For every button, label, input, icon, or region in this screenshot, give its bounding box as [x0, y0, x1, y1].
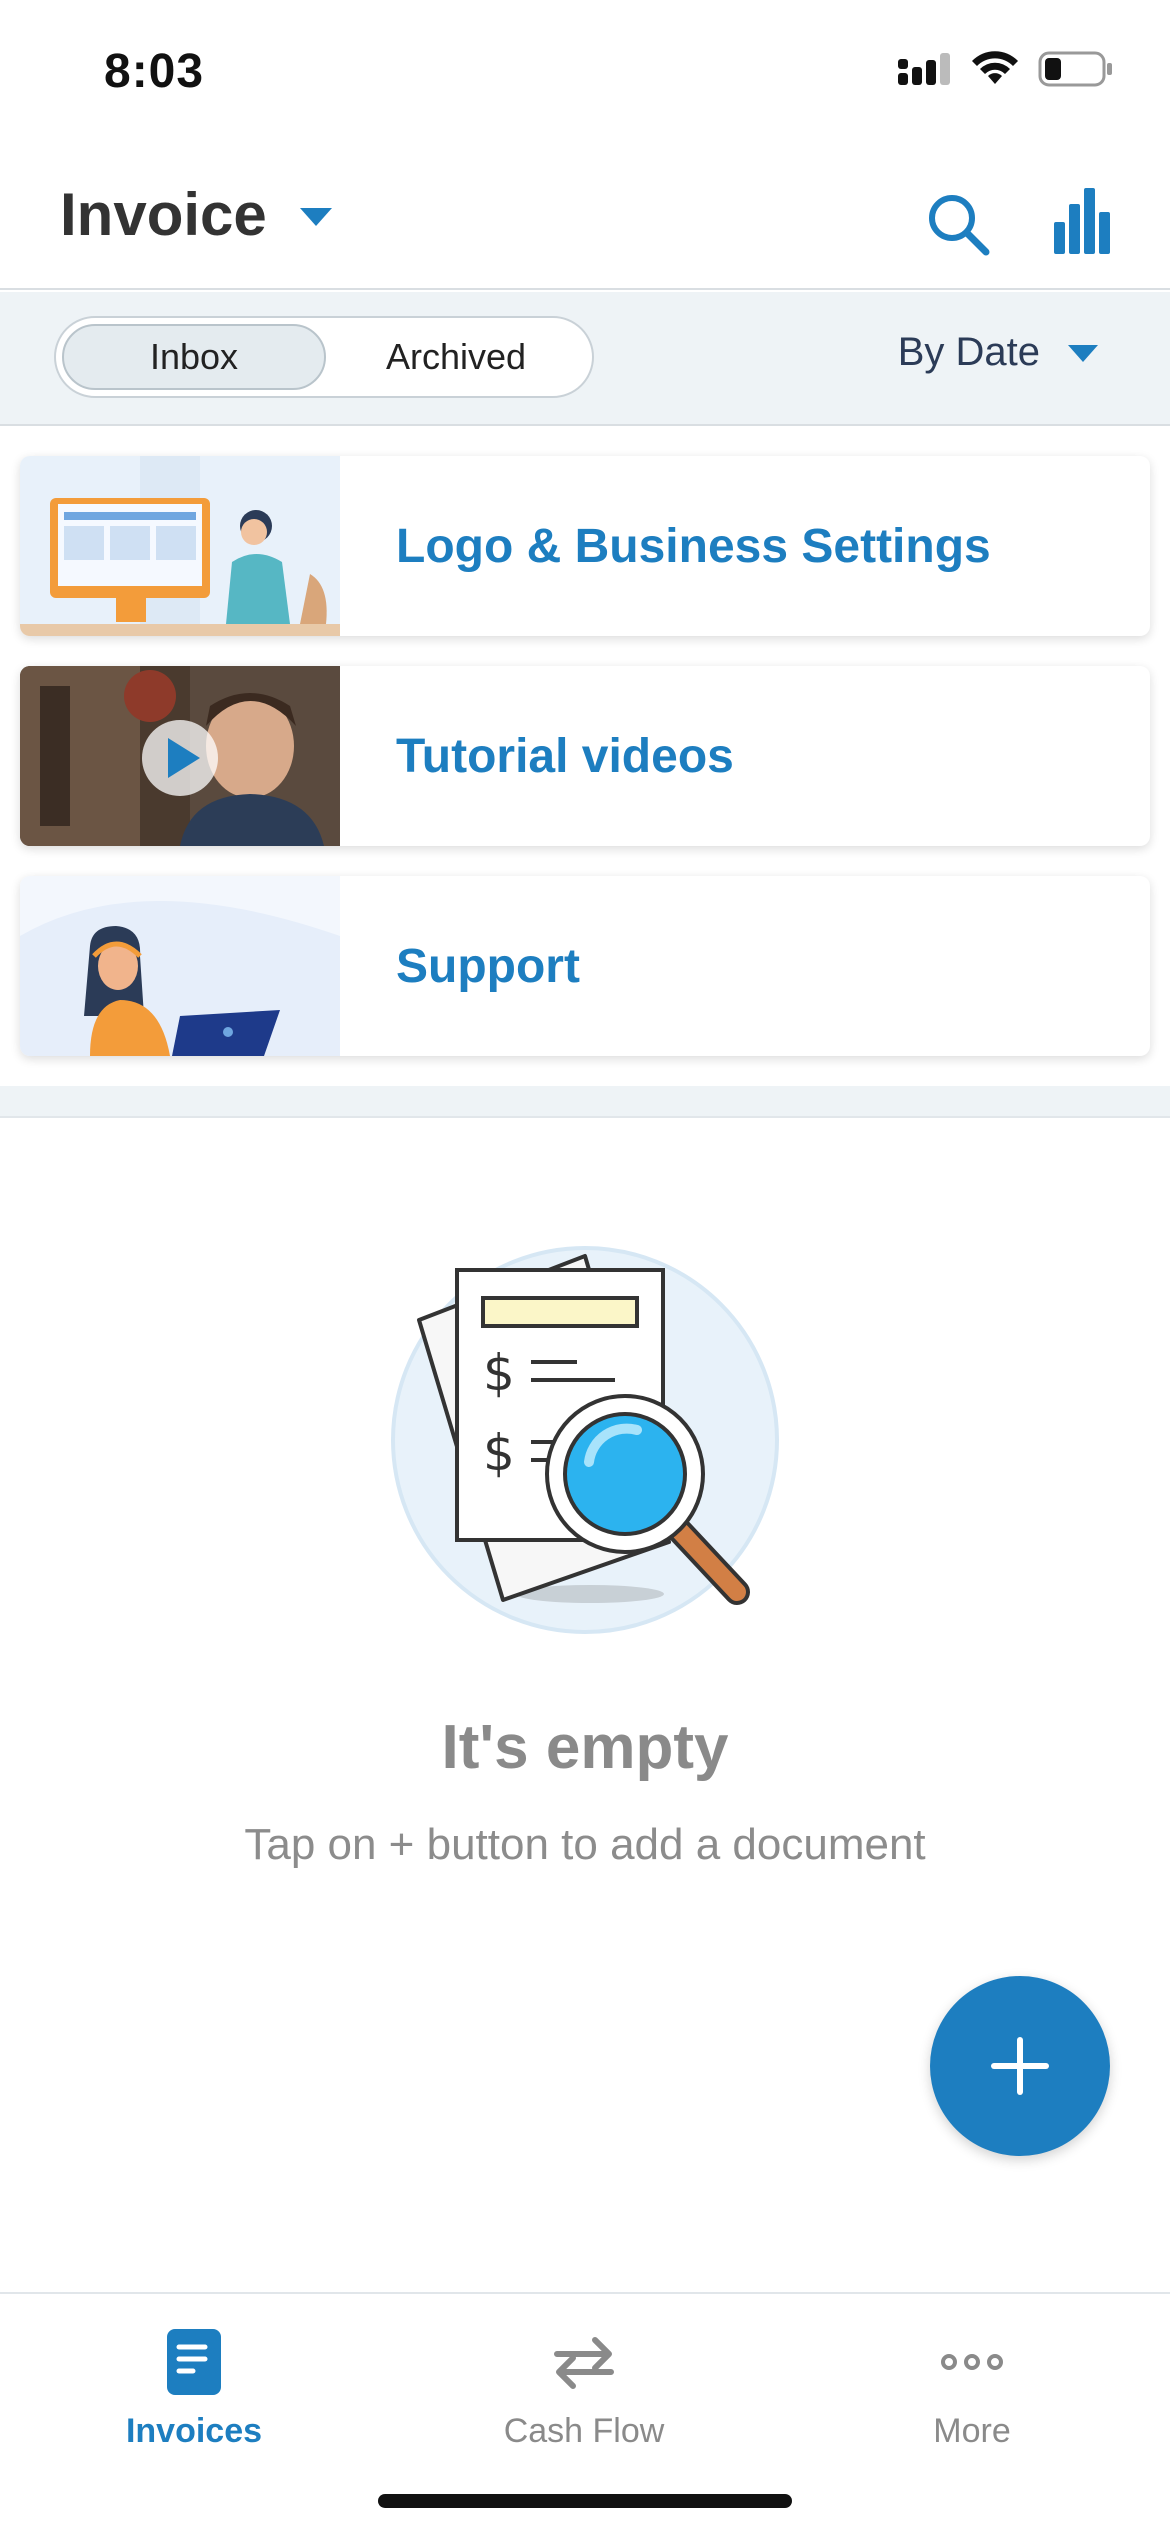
app-header: Invoice [0, 150, 1170, 290]
tab-invoices[interactable]: Invoices [44, 2324, 344, 2451]
sort-dropdown[interactable]: By Date [898, 330, 1100, 375]
sort-label: By Date [897, 330, 1040, 374]
search-icon[interactable] [924, 190, 994, 260]
segment-archived[interactable]: Archived [326, 324, 586, 390]
svg-text:$: $ [483, 1424, 515, 1482]
support-agent-illustration [20, 876, 340, 1056]
empty-state-title: It's empty [441, 1713, 729, 1782]
bar-chart-icon[interactable] [1050, 186, 1114, 256]
tab-label: Cash Flow [503, 2412, 665, 2450]
card-logo-business-settings[interactable]: Logo & Business Settings [20, 456, 1150, 636]
chevron-down-icon [1068, 344, 1098, 362]
wifi-icon [972, 51, 1018, 84]
status-icons [898, 50, 1114, 88]
card-label: Tutorial videos [396, 729, 734, 783]
tab-more[interactable]: More [822, 2324, 1122, 2451]
svg-text:$: $ [483, 1344, 515, 1402]
tab-label: More [933, 2412, 1011, 2450]
card-label: Logo & Business Settings [396, 519, 991, 573]
swap-arrows-icon [554, 2337, 614, 2389]
inbox-archived-segmented-control: Inbox Archived [54, 316, 594, 398]
add-document-button[interactable] [930, 1976, 1110, 2156]
status-bar: 8:03 [0, 0, 1170, 150]
more-dots-icon [941, 2354, 1003, 2370]
segment-inbox[interactable]: Inbox [62, 324, 326, 390]
chevron-down-icon[interactable] [298, 206, 334, 228]
card-tutorial-videos[interactable]: Tutorial videos [20, 666, 1150, 846]
tab-cash-flow[interactable]: Cash Flow [434, 2324, 734, 2451]
empty-state-subtitle: Tap on + button to add a document [244, 1820, 926, 1869]
section-divider [0, 1086, 1170, 1118]
document-magnifier-illustration: $ $ [391, 1246, 779, 1634]
filter-bar: Inbox Archived By Date [0, 292, 1170, 426]
person-at-computer-illustration [20, 456, 340, 636]
home-indicator [378, 2494, 792, 2508]
tab-label: Invoices [125, 2412, 263, 2450]
cellular-signal-icon [898, 53, 950, 85]
document-icon [167, 2329, 221, 2395]
status-time: 8:03 [104, 45, 205, 98]
battery-icon [1038, 51, 1112, 87]
video-play-thumbnail [20, 666, 340, 846]
plus-icon [991, 2037, 1049, 2095]
card-label: Support [396, 939, 580, 993]
card-support[interactable]: Support [20, 876, 1150, 1056]
page-title[interactable]: Invoice [60, 180, 267, 249]
